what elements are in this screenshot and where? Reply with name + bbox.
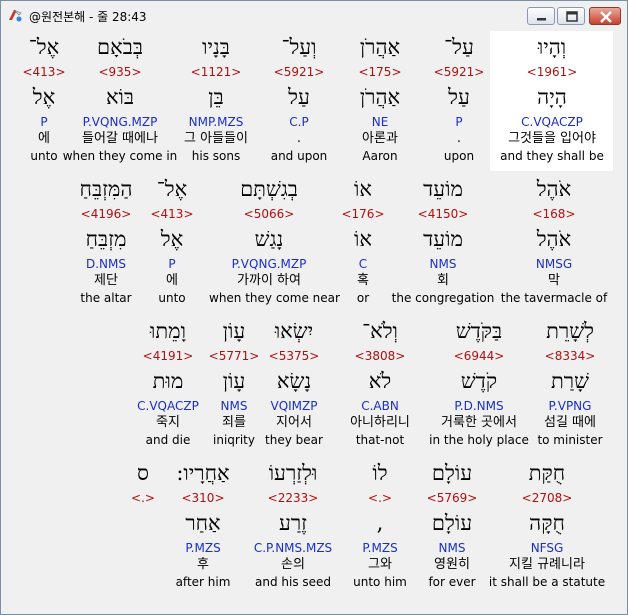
title-bar[interactable]: @원전본해 - 줄 28:43 xyxy=(1,1,627,31)
app-icon xyxy=(9,9,22,22)
word-block[interactable]: וָמֵתוּ <4191> מוּת C.VQACZP 죽지 and die xyxy=(108,319,228,449)
strong-number: <.> xyxy=(131,491,155,505)
korean-gloss: 죽지 xyxy=(156,415,180,430)
lexical-form: מִזְבֵּחַ xyxy=(85,227,127,251)
hebrew-word: אֶל־ xyxy=(28,35,60,59)
word-block[interactable]: אֹהֶל <168> אֹהֶל NMSG 막 the tavermacle of xyxy=(494,177,614,307)
maximize-icon xyxy=(566,11,578,22)
morphology-code: C.VQACZP xyxy=(137,399,199,413)
strong-number: <168> xyxy=(532,207,576,221)
lexical-form: אֹהֶל xyxy=(536,227,572,251)
lexical-form: אֶל xyxy=(32,85,56,109)
maximize-button[interactable] xyxy=(557,7,585,25)
english-gloss: the altar xyxy=(80,291,132,305)
app-window: @원전본해 - 줄 28:43 וְהָיוּ <1961> הָיָה C.VQAC… xyxy=(0,0,628,615)
strong-number: <4196> xyxy=(80,207,132,221)
morphology-code: P xyxy=(40,115,48,129)
window-title: @원전본해 - 줄 28:43 xyxy=(29,10,147,24)
morphology-code: NMSG xyxy=(535,257,573,271)
hebrew-word: ס xyxy=(137,461,149,485)
korean-gloss: 에 xyxy=(38,131,50,146)
word-block[interactable]: ס <.> xyxy=(83,461,203,591)
korean-gloss: 막 xyxy=(548,273,560,288)
strong-number: <413> xyxy=(22,65,66,79)
word-block[interactable]: הַמִּזְבֵּחַ <4196> מִזְבֵּחַ D.NMS 제단 the al… xyxy=(46,177,166,307)
close-button[interactable] xyxy=(589,7,621,25)
close-icon xyxy=(600,11,612,23)
korean-gloss: 제단 xyxy=(94,273,118,288)
morphology-code: D.NMS xyxy=(85,257,126,271)
minimize-icon xyxy=(537,18,546,21)
strong-number: <4191> xyxy=(142,349,194,363)
hebrew-word: אֹהֶל xyxy=(536,177,572,201)
english-gloss: the tavermacle of xyxy=(500,291,608,305)
interlinear-panel: וְהָיוּ <1961> הָיָה C.VQACZP 그것들을 입어야 and th… xyxy=(7,31,621,608)
hebrew-word: וָמֵתוּ xyxy=(149,319,186,343)
english-gloss: and die xyxy=(145,433,191,447)
minimize-button[interactable] xyxy=(527,7,555,25)
lexical-form: מוּת xyxy=(152,369,184,393)
english-gloss: unto xyxy=(30,149,58,163)
hebrew-word: הַמִּזְבֵּחַ xyxy=(79,177,133,201)
word-block[interactable]: אֶל־ <413> אֶל P 에 unto xyxy=(0,35,104,165)
